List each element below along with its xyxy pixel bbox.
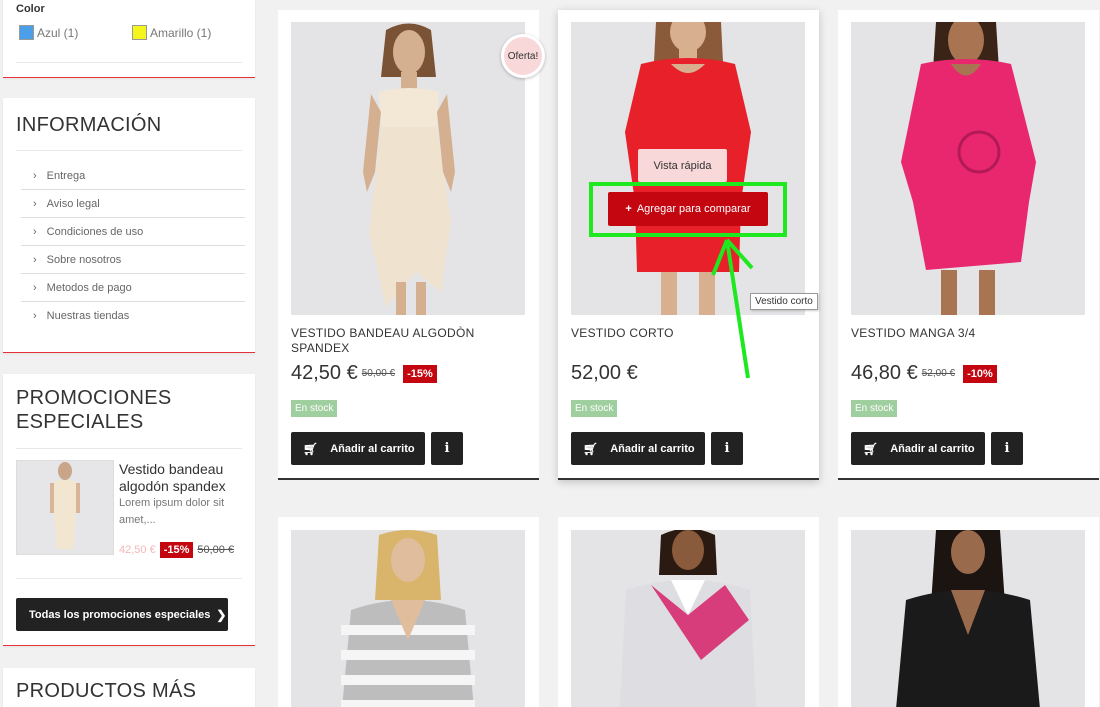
divider (16, 578, 242, 579)
color-option-amarillo[interactable]: Amarillo (1) (132, 25, 211, 40)
old-price: 50,00 € (197, 544, 235, 556)
chevron-right-icon: ❯ (216, 607, 227, 622)
product-image[interactable] (851, 22, 1085, 315)
link-label: Entrega (46, 169, 86, 182)
button-label: Todas los promociones especiales (29, 608, 211, 621)
chevron-right-icon: › (33, 169, 37, 182)
info-link-tiendas[interactable]: › Nuestras tiendas (21, 302, 245, 330)
top-products-block: PRODUCTOS MÁS (3, 668, 255, 707)
chevron-right-icon: › (33, 281, 37, 294)
stock-badge: En stock (291, 400, 338, 417)
button-label: Añadir al carrito (890, 442, 975, 455)
link-label: Condiciones de uso (46, 225, 144, 238)
divider (16, 62, 242, 63)
cart-icon: 🛒︎ (863, 441, 879, 456)
color-filter-label: Color (16, 3, 45, 15)
promotions-title: PROMOCIONES ESPECIALES (16, 387, 172, 433)
old-price: 52,00 € (921, 368, 956, 379)
information-block: INFORMACIÓN › Entrega › Aviso legal › Condi… (3, 98, 255, 353)
info-link-aviso-legal[interactable]: › Aviso legal (21, 190, 245, 218)
info-icon: i (444, 441, 450, 456)
product-image[interactable] (291, 22, 525, 315)
link-label: Nuestras tiendas (46, 310, 130, 322)
info-link-metodos-pago[interactable]: › Metodos de pago (21, 274, 245, 302)
old-price: 50,00 € (361, 368, 396, 379)
promo-price: 42,50 € (119, 544, 156, 556)
cart-icon: 🛒︎ (583, 441, 599, 456)
info-icon: i (724, 441, 730, 456)
information-title: INFORMACIÓN (16, 114, 162, 136)
yellow-swatch[interactable] (132, 25, 147, 40)
promo-product-description: Lorem ipsum dolor sit amet,... (119, 497, 225, 526)
product-price: 46,80 € (851, 362, 918, 384)
price-row: 52,00 € (571, 362, 638, 385)
discount-badge: -10% (963, 364, 997, 383)
info-button[interactable]: i (991, 432, 1023, 465)
info-icon: i (1004, 441, 1010, 456)
annotation-highlight-box (589, 182, 787, 237)
product-name[interactable]: VESTIDO MANGA 3/4 (851, 326, 1085, 341)
product-card (558, 517, 819, 707)
link-label: Aviso legal (46, 197, 100, 210)
stock-badge: En stock (851, 400, 898, 417)
color-option-azul[interactable]: Azul (1) (19, 25, 78, 40)
chevron-right-icon: › (33, 225, 37, 238)
discount-badge: -15% (403, 364, 437, 383)
button-label: Añadir al carrito (330, 442, 415, 455)
info-button[interactable]: i (431, 432, 463, 465)
promo-product-image[interactable] (16, 460, 114, 555)
product-price: 42,50 € (291, 362, 358, 384)
divider (16, 448, 242, 449)
all-promotions-button[interactable]: Todas los promociones especiales ❯ (16, 598, 228, 631)
chevron-right-icon: › (33, 253, 37, 266)
add-to-cart-button[interactable]: 🛒︎ Añadir al carrito (291, 432, 425, 465)
product-card: VESTIDO CORTO 52,00 € En stock 🛒︎ Añadir… (558, 10, 819, 480)
product-image[interactable] (571, 530, 805, 707)
add-to-cart-button[interactable]: 🛒︎ Añadir al carrito (851, 432, 985, 465)
top-products-title: PRODUCTOS MÁS (16, 680, 197, 702)
quick-view-button[interactable]: Vista rápida (638, 149, 727, 182)
information-links: › Entrega › Aviso legal › Condiciones de us… (21, 162, 245, 330)
info-link-condiciones[interactable]: › Condiciones de uso (21, 218, 245, 246)
price-row: 46,80 € 52,00 € -10% (851, 362, 997, 385)
discount-badge: -15% (159, 542, 194, 558)
price-row: 42,50 € 50,00 € -15% (291, 362, 437, 385)
info-link-sobre-nosotros[interactable]: › Sobre nosotros (21, 246, 245, 274)
promo-prices: 42,50 € -15% 50,00 € (119, 542, 234, 558)
product-card: VESTIDO MANGA 3/4 46,80 € 52,00 € -10% E… (838, 10, 1099, 480)
offer-label: Oferta! (504, 37, 542, 75)
product-tooltip: Vestido corto (750, 293, 818, 310)
special-promotions-block: PROMOCIONES ESPECIALES Vestido bandeau a… (3, 374, 255, 646)
info-button[interactable]: i (711, 432, 743, 465)
link-label: Sobre nosotros (46, 253, 122, 266)
divider (16, 150, 242, 151)
product-name[interactable]: VESTIDO BANDEAU ALGODÒN SPANDEX (291, 326, 525, 356)
color-option-label: Azul (1) (37, 25, 79, 40)
blue-swatch[interactable] (19, 25, 34, 40)
product-image[interactable] (851, 530, 1085, 707)
info-link-entrega[interactable]: › Entrega (21, 162, 245, 190)
chevron-right-icon: › (33, 310, 37, 322)
cart-icon: 🛒︎ (303, 441, 319, 456)
product-card (838, 517, 1099, 707)
promo-product-name[interactable]: Vestido bandeau algodón spandex (119, 461, 244, 495)
add-to-cart-button[interactable]: 🛒︎ Añadir al carrito (571, 432, 705, 465)
stock-badge: En stock (571, 400, 618, 417)
offer-badge: Oferta! (501, 34, 545, 78)
product-price: 52,00 € (571, 362, 638, 384)
color-filter-block: Color Azul (1) Amarillo (1) (3, 0, 255, 78)
chevron-right-icon: › (33, 197, 37, 210)
product-card: VESTIDO BANDEAU ALGODÒN SPANDEX 42,50 € … (278, 10, 539, 480)
product-name[interactable]: VESTIDO CORTO (571, 326, 805, 341)
product-card (278, 517, 539, 707)
link-label: Metodos de pago (46, 281, 132, 294)
button-label: Añadir al carrito (610, 442, 695, 455)
product-image[interactable] (291, 530, 525, 707)
color-option-label: Amarillo (1) (150, 25, 212, 40)
